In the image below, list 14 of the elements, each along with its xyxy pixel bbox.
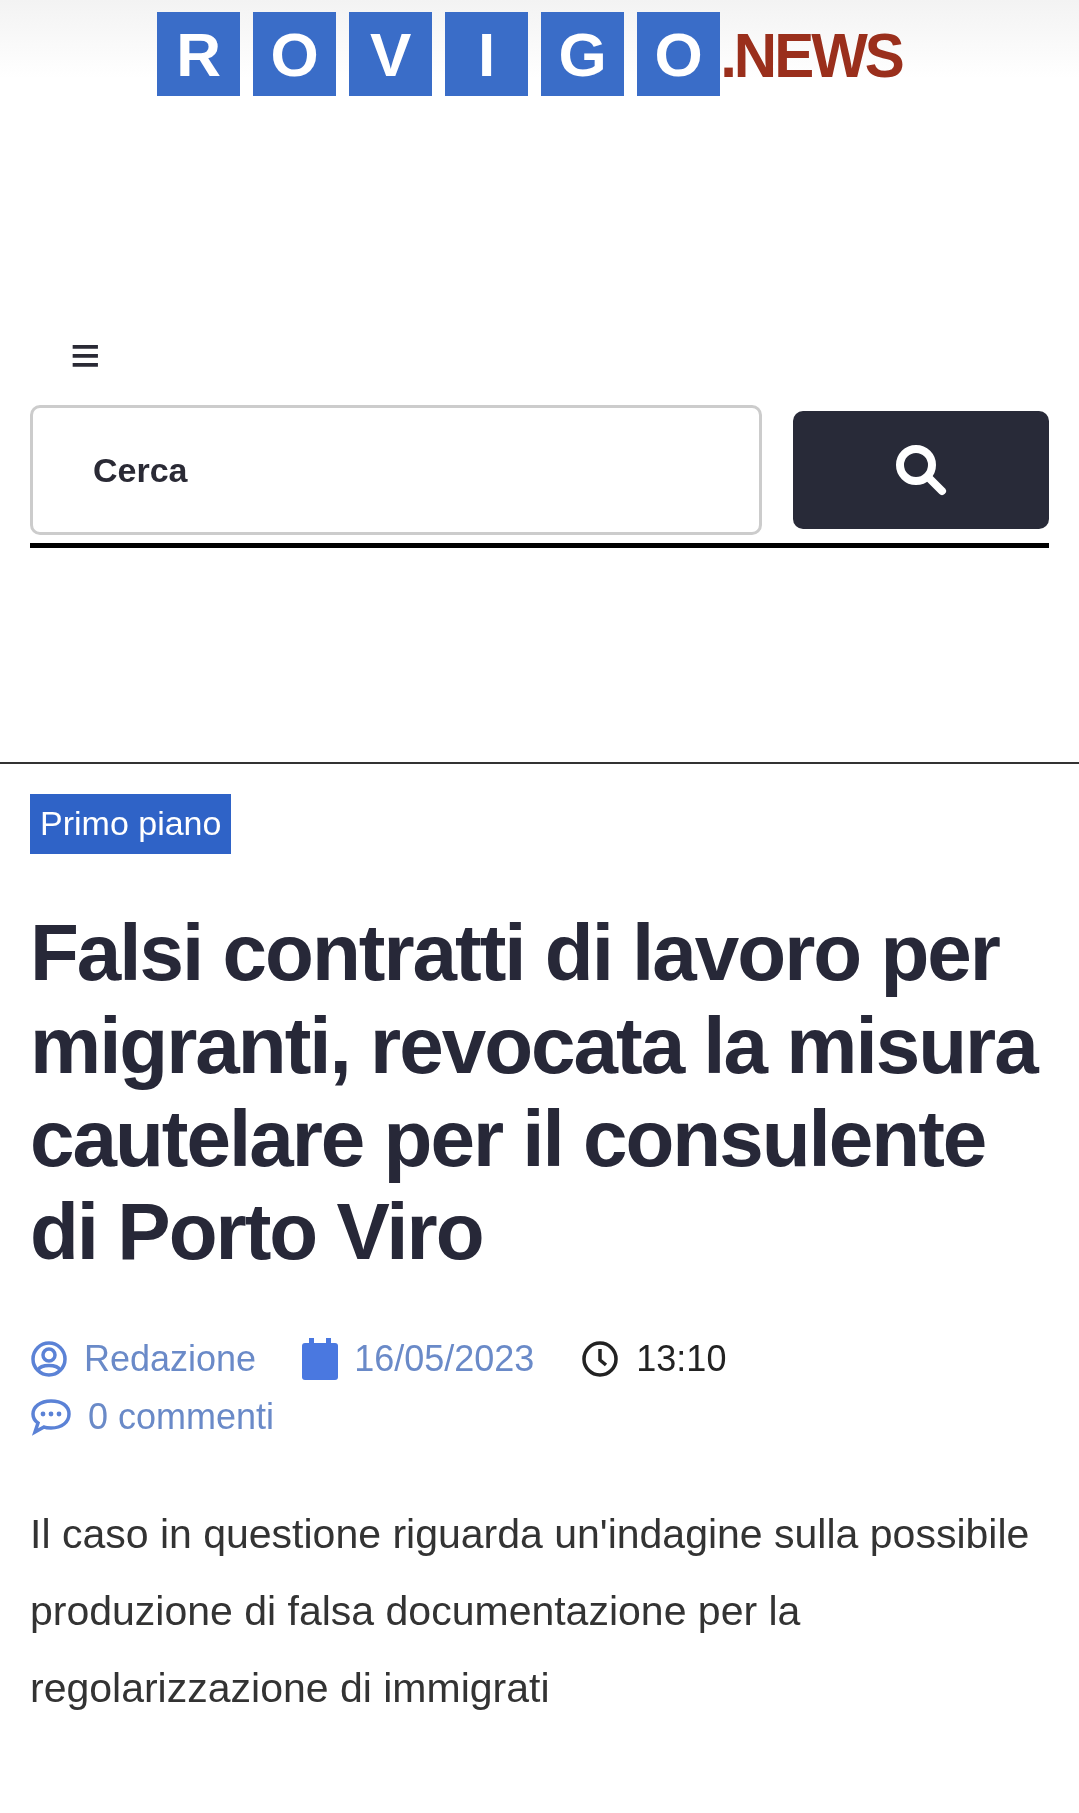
menu-icon[interactable]: ≡ bbox=[70, 325, 101, 385]
comments-link[interactable]: 0 commenti bbox=[88, 1396, 275, 1438]
calendar-icon bbox=[302, 1338, 339, 1380]
publish-date: 16/05/2023 bbox=[354, 1338, 535, 1380]
search-field[interactable]: Cerca bbox=[30, 405, 762, 535]
clock-icon bbox=[580, 1339, 621, 1379]
search-button[interactable] bbox=[793, 411, 1049, 529]
publish-time: 13:10 bbox=[636, 1338, 727, 1380]
user-icon bbox=[30, 1340, 68, 1378]
article-title: Falsi contratti di lavoro per migranti, revocata la misura cautelare per il consulente di Porto Viro bbox=[30, 907, 1039, 1278]
article-lead: Il caso in questione riguarda un'indagine sulla possibile produzione di falsa documentazione per la regolarizzazione di immigrati bbox=[30, 1510, 1031, 1713]
comment-icon bbox=[30, 1398, 72, 1436]
author-link[interactable]: Redazione bbox=[84, 1338, 257, 1380]
category-tag[interactable]: Primo piano bbox=[30, 794, 232, 854]
